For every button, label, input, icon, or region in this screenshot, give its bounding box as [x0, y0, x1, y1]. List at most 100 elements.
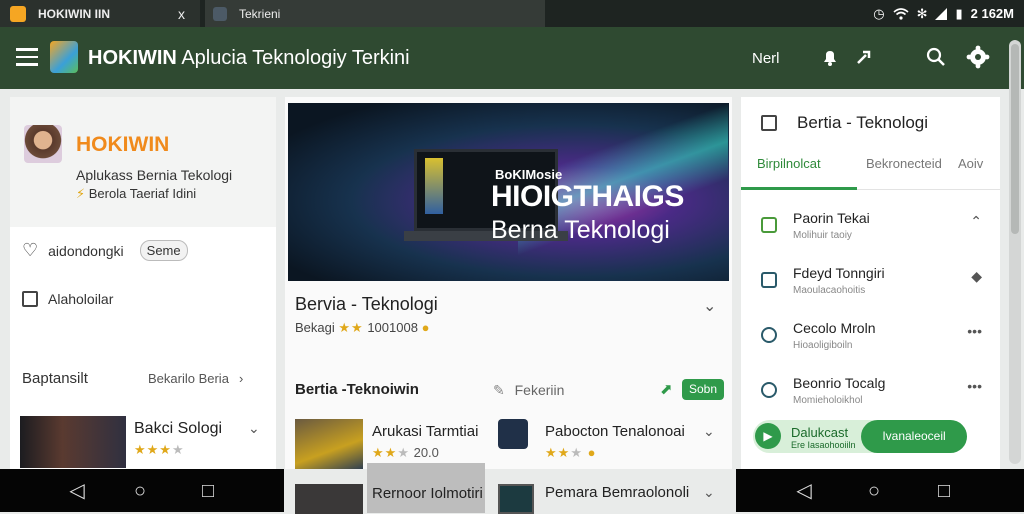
back-icon[interactable]: ◁	[792, 479, 816, 503]
home-icon[interactable]: ○	[128, 479, 152, 503]
chevron-up-icon[interactable]: ⌃	[970, 213, 982, 230]
list-item-title[interactable]: Pemara Bemraolonoli	[545, 484, 689, 501]
right-panel: Bertia - Teknologi Birpilnolcat Bekronec…	[741, 97, 1000, 469]
star-rating: ★★★ ●	[545, 445, 597, 460]
status-bar: HOKIWIN IIN x Tekrieni ◷ ✻ ▮ 2 162M	[0, 0, 1024, 27]
list-item[interactable]: Beonrio Tocalg Momieholoikhol •••	[741, 366, 1000, 421]
cta-subtitle: Ere Iasaohooiiln	[791, 440, 856, 450]
share-arrow-icon[interactable]: ⬈	[660, 380, 673, 398]
wifi-icon	[893, 7, 909, 20]
app-title: HOKIWIN Aplucia Teknologiy Terkini	[88, 47, 410, 70]
chevron-right-icon: ›	[238, 371, 244, 386]
scrollbar-thumb[interactable]	[1011, 44, 1019, 234]
play-icon	[761, 272, 777, 288]
chevron-down-icon[interactable]: ⌄	[703, 484, 715, 501]
notification-bell-icon[interactable]	[818, 45, 842, 69]
tab-title: HOKIWIN IIN	[38, 6, 110, 21]
navigation-bar-left: ◁ ○ □	[0, 469, 284, 512]
app-bar: HOKIWIN Aplucia Teknologiy Terkini Nerl	[0, 27, 1024, 89]
bolt-icon: ⚡	[76, 186, 86, 201]
menu-row-label: Alaholoilar	[48, 291, 114, 307]
search-icon[interactable]	[924, 45, 948, 69]
tab-favicon-icon	[213, 6, 227, 21]
item-thumbnail[interactable]	[498, 484, 534, 514]
share-icon[interactable]	[852, 45, 876, 69]
tab-second[interactable]: Bekronecteid	[866, 154, 942, 174]
app-favicon-icon	[10, 5, 26, 22]
profile-caption: ⚡ Berola Taeriaf Idini	[76, 186, 197, 201]
browser-tab-hokiwin[interactable]: HOKIWIN IIN x	[0, 0, 200, 27]
near-label[interactable]: Nerl	[752, 50, 780, 67]
so-button[interactable]: Sobn	[682, 379, 724, 400]
section-title: Bertia -Teknoiwin	[295, 381, 419, 398]
pin-icon[interactable]: ◆	[971, 268, 982, 285]
tab-third[interactable]: Aoiv	[958, 154, 983, 174]
back-icon[interactable]: ◁	[65, 479, 89, 503]
more-options-icon[interactable]: •••	[967, 378, 982, 394]
profile-card[interactable]: HOKIWIN Aplukass Bernia Tekologi ⚡ Berol…	[10, 97, 276, 227]
list-item-title[interactable]: Pabocton Tenalonoai	[545, 423, 685, 440]
see-all-link[interactable]: Bekarilo Beria ›	[148, 371, 243, 386]
alarm-icon: ◷	[873, 5, 885, 21]
list-item-title[interactable]: Rernoor Iolmotiri	[367, 463, 485, 513]
profile-subtitle: Aplukass Bernia Tekologi	[76, 167, 233, 183]
app-title-rest: Aplucia Teknologiy Terkini	[181, 47, 410, 69]
list-item[interactable]: Paorin Tekai Molihuir taoiy ⌃	[741, 201, 1000, 256]
expand-chevron-icon[interactable]: ⌄	[703, 296, 716, 316]
list-item[interactable]: Cecolo Mroln Hioaoligiboiln •••	[741, 311, 1000, 366]
item-thumbnail[interactable]	[20, 416, 126, 468]
menu-row-tasks[interactable]: Alaholoilar	[22, 291, 113, 307]
hero-subheadline: Berna Teknologi	[491, 216, 670, 244]
play-icon: ▶	[755, 423, 781, 449]
list-item-title: Fdeyd Tonngiri	[793, 265, 885, 281]
chip-seme[interactable]: Seme	[139, 240, 188, 261]
chevron-down-icon[interactable]: ⌄	[703, 423, 715, 440]
install-button[interactable]: Ivanaleoceil	[861, 420, 967, 453]
brand-name: HOKIWIN	[88, 47, 177, 69]
list-item-title: Paorin Tekai	[793, 210, 870, 226]
main-content: BoKIMosie HIOIGTHAIGS Berna Teknologi Be…	[285, 97, 732, 514]
pencil-icon: ✎	[493, 382, 505, 398]
list-item-subtitle: Maoulacaohoitis	[793, 285, 866, 296]
download-cta[interactable]: ▶ Dalukcast Ere Iasaohooiiln Ivanaleocei…	[753, 420, 967, 453]
item-thumbnail[interactable]	[295, 484, 363, 514]
list-item-subtitle: Molihuir taoiy	[793, 230, 852, 241]
hero-banner[interactable]: BoKIMosie HIOIGTHAIGS Berna Teknologi	[288, 103, 729, 281]
signal-icon	[935, 7, 948, 20]
list-item-title[interactable]: Arukasi Tarmtiai	[372, 423, 478, 440]
item-thumbnail[interactable]	[498, 419, 528, 449]
browser-tab-tekrieni[interactable]: Tekrieni	[205, 0, 545, 27]
menu-row-favorites[interactable]: ♡ aidondongki Seme	[22, 240, 188, 261]
item-thumbnail[interactable]	[295, 419, 363, 469]
square-icon	[761, 217, 777, 233]
panel-title: Bertia - Teknologi	[797, 113, 929, 132]
circle-icon	[761, 382, 777, 398]
section-heading: Baptansilt	[22, 370, 88, 387]
settings-gear-icon[interactable]	[966, 45, 990, 69]
featured-link[interactable]: ✎ Fekeriin	[493, 382, 564, 399]
bookmark-icon[interactable]	[761, 115, 777, 131]
app-logo	[50, 41, 78, 73]
more-options-icon[interactable]: •••	[967, 323, 982, 339]
tab-active[interactable]: Birpilnolcat	[757, 154, 821, 174]
menu-row-label: aidondongki	[48, 242, 124, 259]
tab-close-icon[interactable]: x	[178, 6, 185, 22]
active-tab-indicator	[741, 187, 857, 190]
checkbox-icon	[22, 291, 38, 307]
navigation-bar-right: ◁ ○ □	[736, 469, 1024, 512]
chevron-down-icon[interactable]: ⌄	[248, 420, 260, 437]
coin-icon: ●	[421, 320, 430, 335]
cta-title: Dalukcast	[791, 425, 849, 440]
recents-icon[interactable]: □	[196, 479, 220, 503]
list-item[interactable]: Fdeyd Tonngiri Maoulacaohoitis ◆	[741, 256, 1000, 311]
list-item-title[interactable]: Bakci Sologi	[134, 420, 222, 438]
list-item-subtitle: Momieholoikhol	[793, 395, 863, 406]
list-item-title: Beonrio Tocalg	[793, 375, 886, 391]
battery-icon: ▮	[955, 5, 963, 21]
recents-icon[interactable]: □	[932, 479, 956, 503]
home-icon[interactable]: ○	[862, 479, 886, 503]
menu-icon[interactable]	[16, 48, 38, 66]
hero-headline: HIOIGTHAIGS	[491, 180, 684, 213]
scrollbar[interactable]	[1009, 40, 1021, 464]
clock-text: 2 162M	[970, 6, 1014, 21]
